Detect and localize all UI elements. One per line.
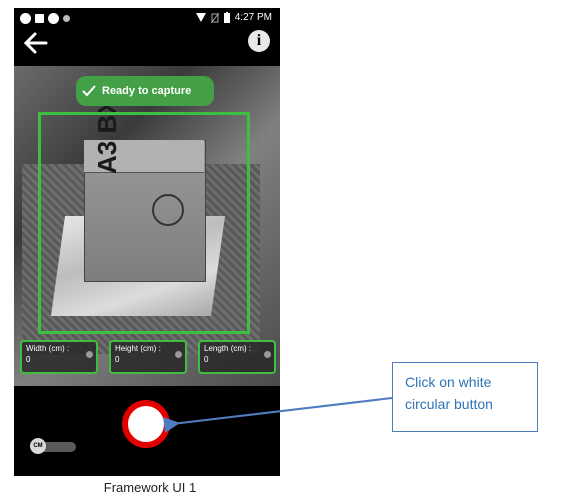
notification-dot-small-icon <box>63 15 70 22</box>
figure-caption: Framework UI 1 <box>103 480 197 495</box>
length-indicator-icon <box>264 351 271 358</box>
height-field[interactable]: Height (cm) : 0 <box>109 340 187 374</box>
notification-dot-icon <box>20 13 31 24</box>
ready-label: Ready to capture <box>102 85 192 97</box>
height-value: 0 <box>115 355 120 364</box>
battery-icon <box>223 12 230 23</box>
notification-dot-icon <box>48 13 59 24</box>
notification-icons <box>20 13 70 24</box>
status-bar: 4:27 PM <box>14 8 280 30</box>
check-icon <box>82 85 96 97</box>
capture-bar: CM <box>14 386 280 476</box>
height-indicator-icon <box>175 351 182 358</box>
length-field[interactable]: Length (cm) : 0 <box>198 340 276 374</box>
no-sim-icon <box>210 12 219 23</box>
detection-frame <box>38 112 250 334</box>
length-label: Length (cm) : <box>204 344 252 353</box>
width-indicator-icon <box>86 351 93 358</box>
callout-box: Click on white circular button <box>392 362 538 432</box>
length-value: 0 <box>204 355 209 364</box>
wifi-icon <box>195 13 206 22</box>
image-notification-icon <box>35 14 44 23</box>
ready-to-capture-banner: Ready to capture <box>76 76 214 106</box>
info-icon[interactable]: i <box>248 30 270 52</box>
height-label: Height (cm) : <box>115 344 161 353</box>
dimension-fields: Width (cm) : 0 Height (cm) : 0 Length (c… <box>20 340 276 374</box>
unit-toggle-knob[interactable]: CM <box>30 438 46 454</box>
system-status: 4:27 PM <box>195 12 272 23</box>
back-arrow-icon[interactable] <box>22 30 50 56</box>
width-field[interactable]: Width (cm) : 0 <box>20 340 98 374</box>
width-value: 0 <box>26 355 31 364</box>
capture-button[interactable] <box>122 400 170 448</box>
phone-screen: 4:27 PM i A3 BX7 Ready to capture Width … <box>14 8 280 476</box>
width-label: Width (cm) : <box>26 344 70 353</box>
unit-toggle[interactable]: CM <box>30 438 76 454</box>
clock: 4:27 PM <box>234 12 272 23</box>
